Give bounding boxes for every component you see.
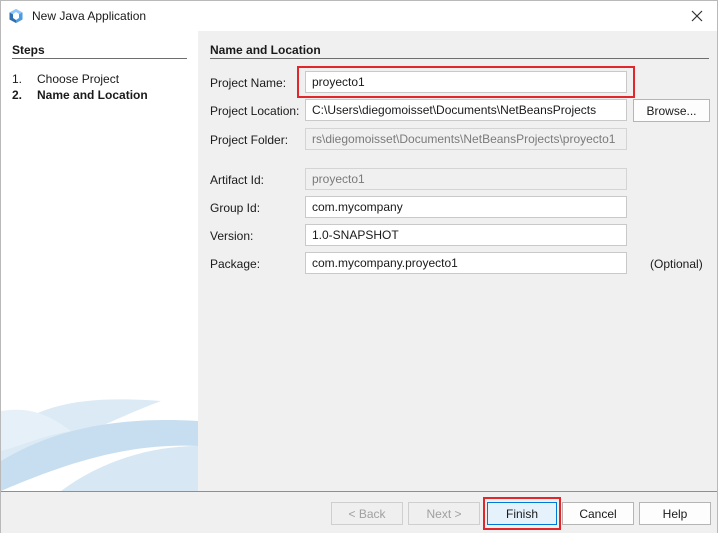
project-folder-label: Project Folder: bbox=[210, 133, 289, 147]
steps-title: Steps bbox=[12, 43, 45, 57]
main-panel: Name and Location Project Name: proyecto… bbox=[198, 31, 717, 491]
browse-button[interactable]: Browse... bbox=[633, 99, 710, 122]
artifact-id-field: proyecto1 bbox=[305, 168, 627, 190]
step-number: 2. bbox=[12, 88, 23, 102]
project-location-input[interactable]: C:\Users\diegomoisset\Documents\NetBeans… bbox=[305, 99, 627, 121]
button-bar: < Back Next > Finish Cancel Help bbox=[1, 492, 717, 533]
steps-panel: Steps 1. Choose Project 2. Name and Locati… bbox=[1, 31, 198, 491]
step-choose-project: 1. Choose Project bbox=[12, 72, 119, 86]
project-name-label: Project Name: bbox=[210, 76, 287, 90]
help-button[interactable]: Help bbox=[639, 502, 711, 525]
next-button[interactable]: Next > bbox=[408, 502, 480, 525]
package-label: Package: bbox=[210, 257, 261, 271]
artifact-id-label: Artifact Id: bbox=[210, 173, 265, 187]
version-label: Version: bbox=[210, 229, 254, 243]
project-folder-field: rs\diegomoisset\Documents\NetBeansProjec… bbox=[305, 128, 627, 150]
group-id-label: Group Id: bbox=[210, 201, 261, 215]
dialog-window: New Java Application Steps 1. Choose Proj… bbox=[0, 0, 718, 533]
divider bbox=[12, 58, 187, 59]
project-location-label: Project Location: bbox=[210, 104, 300, 118]
decorative-swoosh-graphic bbox=[1, 399, 198, 491]
step-label: Name and Location bbox=[37, 88, 148, 102]
netbeans-cube-icon bbox=[8, 8, 24, 24]
package-input[interactable]: com.mycompany.proyecto1 bbox=[305, 252, 627, 274]
step-number: 1. bbox=[12, 72, 23, 86]
group-id-input[interactable]: com.mycompany bbox=[305, 196, 627, 218]
step-label: Choose Project bbox=[37, 72, 120, 86]
finish-button[interactable]: Finish bbox=[487, 502, 557, 525]
step-name-and-location: 2. Name and Location bbox=[12, 88, 148, 102]
section-title: Name and Location bbox=[210, 43, 321, 57]
cancel-button[interactable]: Cancel bbox=[562, 502, 634, 525]
optional-hint: (Optional) bbox=[650, 257, 703, 271]
title-bar: New Java Application bbox=[1, 1, 717, 31]
divider bbox=[210, 58, 709, 59]
close-icon[interactable] bbox=[685, 4, 709, 28]
back-button[interactable]: < Back bbox=[331, 502, 403, 525]
window-title: New Java Application bbox=[32, 9, 147, 23]
project-name-input[interactable]: proyecto1 bbox=[305, 71, 627, 93]
version-input[interactable]: 1.0-SNAPSHOT bbox=[305, 224, 627, 246]
